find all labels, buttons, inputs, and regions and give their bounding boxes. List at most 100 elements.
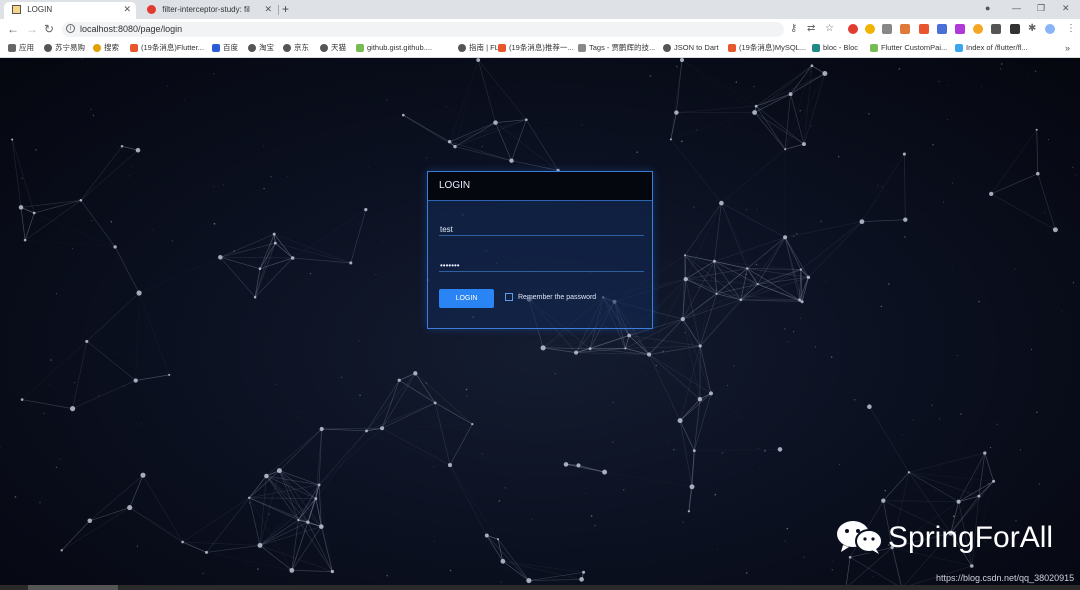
bookmark-label: 天猫 [331, 43, 346, 52]
bookmark-item[interactable]: github.gist.github.... [356, 40, 432, 56]
bookmark-label: Flutter CustomPai... [881, 43, 948, 52]
bookmark-label: (19条消息)MySQL... [739, 43, 807, 52]
bookmark-label: JSON to Dart [674, 43, 719, 52]
bookmark-item[interactable]: (19条消息)Flutter... [130, 40, 204, 56]
extension-purple-icon[interactable] [955, 24, 965, 34]
globe-icon [248, 44, 256, 53]
password-input[interactable] [439, 258, 640, 273]
tab-filter-interceptor[interactable]: filter-interceptor-study: filter-in ✕ [139, 2, 277, 19]
close-window-button[interactable]: ✕ [1062, 0, 1070, 17]
csdn-extension-icon[interactable] [919, 24, 929, 34]
extension-red-icon[interactable] [848, 24, 858, 34]
bookmark-item[interactable]: bloc - Bloc [812, 40, 858, 56]
bookmarks-bar: » 应用 苏宁易购 搜索 (19条消息)Flutter... 百度 淘宝 京东 天猫 githu… [0, 40, 1080, 58]
key-icon[interactable]: ⚷ [790, 21, 797, 37]
restore-button[interactable]: ❐ [1037, 0, 1045, 17]
bookmark-item[interactable]: Flutter CustomPai... [870, 40, 947, 56]
login-panel-header: LOGIN [428, 172, 652, 201]
bookmark-label: Tags - 贾鹏辉的技... [589, 43, 656, 52]
tag-icon [578, 44, 586, 53]
globe-icon [44, 44, 52, 53]
flutter-icon [955, 44, 963, 53]
globe-icon [320, 44, 328, 53]
login-button[interactable]: LOGIN [439, 289, 494, 308]
tab-label: LOGIN [27, 5, 53, 15]
watermark-brand: SpringForAll [888, 521, 1054, 554]
bookmark-item[interactable]: 搜索 [93, 40, 119, 56]
extension-orange-icon[interactable] [900, 24, 910, 34]
minimize-button[interactable]: — [1012, 0, 1021, 17]
tab-strip: LOGIN ✕ filter-interceptor-study: filter… [0, 0, 1080, 19]
remember-password-option[interactable]: Remember the password [505, 293, 596, 303]
globe-icon [458, 44, 466, 53]
bookmarks-overflow-button[interactable]: » [1065, 40, 1070, 56]
profile-dot-icon[interactable]: ● [985, 0, 990, 17]
extension-v-icon[interactable] [882, 24, 892, 34]
address-bar[interactable]: i localhost:8080/page/login [62, 22, 784, 37]
bookmark-label: Index of /flutter/fl... [966, 43, 1028, 52]
bookmark-label: (19条消息)Flutter... [141, 43, 204, 52]
baidu-icon [212, 44, 220, 53]
password-field [439, 255, 644, 273]
bookmark-item[interactable]: Tags - 贾鹏辉的技... [578, 40, 655, 56]
username-input[interactable] [439, 222, 640, 237]
bookmark-item[interactable]: 淘宝 [248, 40, 274, 56]
bookmark-icon [870, 44, 878, 53]
remember-password-label: Remember the password [518, 294, 597, 301]
username-field [439, 219, 644, 237]
close-tab-icon[interactable]: ✕ [264, 2, 272, 17]
bookmark-item[interactable]: 应用 [8, 40, 34, 56]
site-info-icon[interactable]: i [66, 24, 75, 33]
extension-dark-icon[interactable] [1010, 24, 1020, 34]
bookmark-label: (19条消息)推荐一... [509, 43, 574, 52]
login-page: LOGIN LOGIN Remember the password Spring… [0, 58, 1080, 590]
back-button[interactable]: ← [7, 21, 19, 38]
reload-button[interactable]: ↻ [44, 21, 54, 38]
bookmark-label: 百度 [223, 43, 238, 52]
bookmark-item[interactable]: (19条消息)推荐一... [498, 40, 574, 56]
bookmark-icon [356, 44, 364, 53]
bookmark-item[interactable]: 百度 [212, 40, 238, 56]
bookmark-item[interactable]: JSON to Dart [663, 40, 719, 56]
profile-avatar-icon[interactable] [1045, 24, 1055, 34]
watermark-url: https://blog.csdn.net/qq_38020915 [936, 573, 1075, 583]
search-icon [93, 44, 101, 53]
bookmark-label: 淘宝 [259, 43, 274, 52]
translate-icon[interactable]: ⇄ [807, 21, 815, 37]
login-panel: LOGIN LOGIN Remember the password [427, 171, 653, 329]
tab-login[interactable]: LOGIN ✕ [4, 2, 136, 19]
browser-toolbar: ← → ↻ i localhost:8080/page/login ⚷ ⇄ ☆ … [0, 19, 1080, 40]
bookmark-label: bloc - Bloc [823, 43, 859, 52]
bookmark-star-icon[interactable]: ☆ [825, 21, 834, 37]
csdn-icon [498, 44, 506, 53]
login-page-icon [12, 5, 21, 15]
bookmark-item[interactable]: Index of /flutter/fl... [955, 40, 1028, 56]
qr-code-icon[interactable] [991, 24, 1001, 34]
bookmark-label: 京东 [294, 43, 309, 52]
scrollbar-thumb[interactable] [28, 585, 118, 590]
remember-password-checkbox[interactable] [505, 293, 513, 302]
globe-icon [283, 44, 291, 53]
bookmark-item[interactable]: 京东 [283, 40, 309, 56]
bookmark-item[interactable]: 天猫 [320, 40, 346, 56]
address-url[interactable]: localhost:8080/page/login [80, 22, 182, 37]
horizontal-scrollbar[interactable] [0, 585, 1080, 590]
bookmark-label: 搜索 [104, 43, 119, 52]
csdn-icon [728, 44, 736, 53]
bookmark-item[interactable]: 苏宁易购 [44, 40, 85, 56]
bloc-icon [812, 44, 820, 53]
close-tab-icon[interactable]: ✕ [123, 2, 131, 17]
extension-yellow-icon[interactable] [973, 24, 983, 34]
new-tab-button[interactable]: + [282, 0, 289, 18]
extension-grid-icon[interactable] [937, 24, 947, 34]
extensions-puzzle-icon[interactable]: ✱ [1028, 21, 1036, 37]
wechat-icon [837, 521, 883, 554]
red-site-icon [147, 5, 156, 15]
bookmark-label: 苏宁易购 [55, 43, 85, 52]
forward-button[interactable]: → [26, 21, 38, 38]
chrome-menu-icon[interactable]: ⋮ [1066, 21, 1076, 37]
bookmark-item[interactable]: (19条消息)MySQL... [728, 40, 806, 56]
chrome-icon[interactable] [865, 24, 875, 34]
csdn-icon [130, 44, 138, 53]
bookmark-label: 应用 [19, 43, 34, 52]
